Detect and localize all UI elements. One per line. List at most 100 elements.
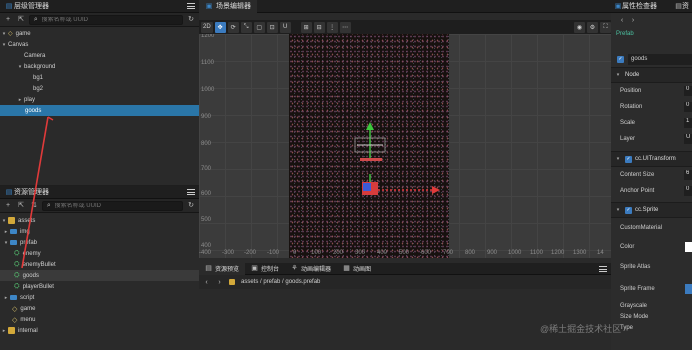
tab-console[interactable]: ▣ 控制台 <box>245 263 285 275</box>
forward-chevron-icon[interactable]: › <box>216 277 223 287</box>
sprite-frame-field[interactable] <box>685 284 692 294</box>
prop-position: Position 0 <box>611 83 692 99</box>
expand-arrow-icon[interactable]: ▾ <box>614 207 622 213</box>
pivot-toggle-icon[interactable]: U <box>279 21 291 33</box>
watermark: @稀土掘金技术社区 <box>540 324 622 334</box>
rotate-tool-icon[interactable]: ⟳ <box>227 21 239 33</box>
asset-label: goods <box>22 272 39 279</box>
goods-node-gizmo[interactable] <box>362 174 440 195</box>
assets-tab-icon[interactable]: ▤ <box>675 1 682 11</box>
tree-node-background[interactable]: ▾ background <box>0 61 199 72</box>
hierarchy-menu-icon[interactable] <box>187 3 195 9</box>
asset-item-goods[interactable]: ⛭ goods <box>0 270 199 281</box>
uitransform-enabled-checkbox[interactable]: ✓ <box>625 155 632 163</box>
expand-arrow-icon[interactable]: ▾ <box>0 218 8 224</box>
hierarchy-search[interactable]: ⌕ <box>29 14 183 25</box>
expand-arrow-icon[interactable]: ▾ <box>2 240 10 246</box>
mode-2d-button[interactable]: 2D <box>201 21 213 33</box>
expand-arrow-icon[interactable]: ▾ <box>0 42 8 48</box>
assets-refresh-icon[interactable]: ↻ <box>186 201 196 211</box>
back-chevron-icon[interactable]: ‹ <box>203 277 210 287</box>
back-chevron-icon[interactable]: ‹ <box>619 15 625 25</box>
prop-value[interactable]: 6 <box>684 170 692 180</box>
prop-sprite-frame: Sprite Frame <box>611 278 692 300</box>
add-asset-icon[interactable]: + <box>3 201 13 211</box>
tree-node-canvas[interactable]: ▾ Canvas <box>0 39 199 50</box>
bottom-menu-icon[interactable] <box>599 265 607 272</box>
asset-item-assets[interactable]: ▾ assets <box>0 215 199 226</box>
expand-arrow-icon[interactable]: ▾ <box>0 31 8 37</box>
collapse-icon[interactable]: ⇱ <box>16 15 26 25</box>
sprite-enabled-checkbox[interactable]: ✓ <box>625 206 632 214</box>
scene-viewport[interactable]: 1200 1100 1000 900 800 700 600 500 400 -… <box>199 34 611 258</box>
prop-label: CustomMaterial <box>620 225 663 231</box>
tree-node-goods[interactable]: goods <box>0 105 199 116</box>
expand-arrow-icon[interactable]: ▸ <box>2 295 10 301</box>
color-swatch[interactable] <box>685 242 692 252</box>
inspector-titlebar: ▣ 属性检查器 ▤ 资 <box>611 0 692 13</box>
prop-value[interactable]: 0 <box>684 186 692 196</box>
expand-arrow-icon[interactable]: ▸ <box>16 97 24 103</box>
asset-item-script[interactable]: ▸ script <box>0 292 199 303</box>
asset-item-menu[interactable]: ◇ menu <box>0 314 199 325</box>
expand-arrow-icon[interactable]: ▸ <box>2 229 10 235</box>
asset-item-enemybullet[interactable]: ⛭ enemyBullet <box>0 259 199 270</box>
hierarchy-search-input[interactable] <box>41 16 179 23</box>
prop-value[interactable]: 0 <box>684 102 692 112</box>
asset-item-playerbullet[interactable]: ⛭ playerBullet <box>0 281 199 292</box>
tree-node-bg1[interactable]: bg1 <box>0 72 199 83</box>
database-icon <box>8 217 15 224</box>
prop-value[interactable]: 1 <box>684 118 692 128</box>
prop-value[interactable]: 0 <box>684 86 692 96</box>
rect-tool-icon[interactable]: ▢ <box>253 21 265 33</box>
scene-tabbar: ▣ 场景编辑器 <box>199 0 611 13</box>
move-tool-icon[interactable]: ✥ <box>214 21 226 33</box>
forward-chevron-icon[interactable]: › <box>630 15 636 25</box>
tree-node-game[interactable]: ▾ ◇ game <box>0 28 199 39</box>
tree-node-camera[interactable]: Camera <box>0 50 199 61</box>
asset-item-img[interactable]: ▸ img <box>0 226 199 237</box>
asset-item-game[interactable]: ◇ game <box>0 303 199 314</box>
scene-settings-gear-icon[interactable]: ⚙ <box>587 21 598 33</box>
tab-animation-editor[interactable]: ⚘ 动画编辑器 <box>285 263 337 275</box>
assets-menu-icon[interactable] <box>187 189 195 195</box>
expand-arrow-icon[interactable]: ▾ <box>16 64 24 70</box>
asset-item-internal[interactable]: ▸ internal <box>0 325 199 336</box>
node-name-field[interactable]: goods <box>628 53 692 65</box>
grid-toggle-icon[interactable]: ⋮ <box>326 21 338 33</box>
hierarchy-refresh-icon[interactable]: ↻ <box>186 15 196 25</box>
collapse-icon[interactable]: ⇱ <box>16 201 26 211</box>
node-active-checkbox[interactable]: ✓ <box>617 55 624 63</box>
align-icon[interactable]: ⊟ <box>313 21 325 33</box>
goods-handle <box>363 183 371 191</box>
transform-tool-icon[interactable]: ⊡ <box>266 21 278 33</box>
inspector-category: Prefab <box>616 31 634 37</box>
node-section-header[interactable]: ▾ Node <box>611 67 692 83</box>
assets-search[interactable]: ⌕ <box>42 200 183 211</box>
prop-label: Size Mode <box>620 313 649 320</box>
tab-animation-graph[interactable]: ▦ 动画图 <box>337 263 377 275</box>
add-node-icon[interactable]: + <box>3 15 13 25</box>
prop-value[interactable]: U <box>684 134 692 144</box>
sprite-section-header[interactable]: ▾ ✓ cc.Sprite <box>611 202 692 218</box>
expand-arrow-icon[interactable]: ▾ <box>614 156 622 162</box>
folder-icon <box>10 229 17 234</box>
tree-node-bg2[interactable]: bg2 <box>0 83 199 94</box>
camera-icon[interactable]: ◉ <box>574 21 585 33</box>
inspector-second-tab[interactable]: 资 <box>682 1 689 11</box>
tab-asset-preview[interactable]: ▤ 资源预览 <box>199 262 246 275</box>
expand-arrow-icon[interactable]: ▾ <box>614 72 622 78</box>
uitransform-section-header[interactable]: ▾ ✓ cc.UITransform <box>611 151 692 167</box>
tab-scene-editor[interactable]: ▣ 场景编辑器 <box>199 0 257 13</box>
sort-icon[interactable]: ⇅ <box>29 201 39 211</box>
snap-icon[interactable]: ⊞ <box>300 21 312 33</box>
expand-arrow-icon[interactable]: ▸ <box>0 328 8 334</box>
maximize-icon[interactable]: ⛶ <box>600 21 611 33</box>
asset-item-prefab[interactable]: ▾ prefab <box>0 237 199 248</box>
distribute-icon[interactable]: ⋯ <box>339 21 351 33</box>
assets-search-input[interactable] <box>54 202 179 209</box>
player-node-gizmo[interactable] <box>354 122 386 161</box>
tree-node-play[interactable]: ▸ play <box>0 94 199 105</box>
scale-tool-icon[interactable]: ⤡ <box>240 21 252 33</box>
asset-item-enemy[interactable]: ⛭ enemy <box>0 248 199 259</box>
